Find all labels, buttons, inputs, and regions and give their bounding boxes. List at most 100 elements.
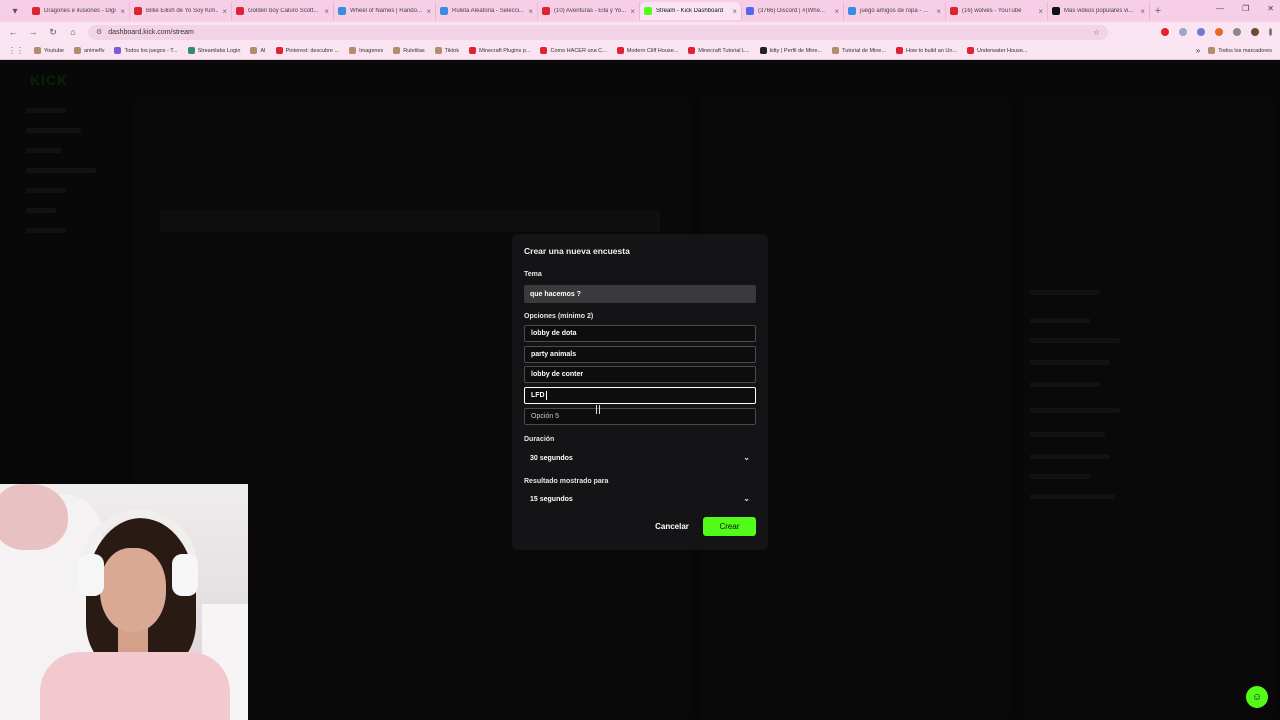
- bookmark-label: Underwater House...: [977, 47, 1028, 54]
- browser-tab[interactable]: Wheel of Names | Rando... ×: [334, 2, 436, 20]
- bookmark-item[interactable]: Modern Cliff House...: [616, 47, 679, 54]
- bookmark-favicon-icon: [688, 47, 696, 54]
- bookmark-item[interactable]: How to build an Un...: [895, 47, 957, 54]
- apps-grid-icon[interactable]: ⋮⋮: [8, 46, 24, 55]
- tab-title: Ruleta Aleatoria - Selecci...: [452, 8, 525, 14]
- bookmark-label: AI: [260, 47, 266, 54]
- browser-tab[interactable]: (16) wolves - YouTube ×: [946, 2, 1048, 20]
- menu-icon[interactable]: [1269, 28, 1272, 36]
- close-tab-icon[interactable]: ×: [1140, 7, 1145, 16]
- bookmark-item[interactable]: Tiktok: [434, 47, 459, 54]
- option-input-1[interactable]: lobby de dota: [524, 325, 756, 342]
- browser-tab[interactable]: Golden boy Caluro Scott... ×: [232, 2, 334, 20]
- close-tab-icon[interactable]: ×: [324, 7, 329, 16]
- duration-select[interactable]: 30 segundos ⌄: [524, 450, 756, 467]
- webcam-headset-ear: [78, 554, 104, 596]
- close-tab-icon[interactable]: ×: [1038, 7, 1043, 16]
- profile-avatar-icon[interactable]: [1251, 28, 1259, 36]
- option-input-5[interactable]: Opción 5: [524, 408, 756, 425]
- cancel-button[interactable]: Cancelar: [650, 517, 694, 536]
- tab-title: Billie Eilish de Yo Soy Kim...: [146, 8, 219, 14]
- bookmark-label: Streamlabs Login: [197, 47, 241, 54]
- bookmark-label: Modern Cliff House...: [626, 47, 679, 54]
- back-icon[interactable]: ←: [8, 27, 18, 37]
- bookmark-favicon-icon: [349, 47, 357, 54]
- site-info-icon[interactable]: ⚙: [96, 28, 102, 36]
- tab-favicon-icon: [1052, 7, 1060, 15]
- close-tab-icon[interactable]: ×: [936, 7, 941, 16]
- help-chat-icon[interactable]: ☺: [1246, 686, 1268, 708]
- forward-icon[interactable]: →: [28, 27, 38, 37]
- browser-tab[interactable]: (3766) Discord | #(Whe... ×: [742, 2, 844, 20]
- window-controls: — ❐ ✕: [1216, 4, 1274, 13]
- tab-title: Dragones e ilusiones - Digital...: [44, 8, 117, 14]
- opera-icon[interactable]: [1161, 28, 1169, 36]
- extension-icon[interactable]: [1215, 28, 1223, 36]
- tab-favicon-icon: [848, 7, 856, 15]
- browser-tab[interactable]: juego amigos de ropa - ... ×: [844, 2, 946, 20]
- bookmark-item[interactable]: Minecraft Tutorial L...: [688, 47, 750, 54]
- url-input[interactable]: ⚙ dashboard.kick.com/stream ☆: [88, 24, 1108, 40]
- tab-title: Mas videos populares vi...: [1064, 8, 1134, 14]
- option-input-2[interactable]: party animals: [524, 346, 756, 363]
- create-button[interactable]: Crear: [703, 517, 756, 536]
- close-tab-icon[interactable]: ×: [528, 7, 533, 16]
- bookmark-item[interactable]: Youtube: [34, 47, 64, 54]
- browser-tab[interactable]: Ruleta Aleatoria - Selecci... ×: [436, 2, 538, 20]
- bookmarks-bar: ⋮⋮ Youtube animeflv Todos los juegos - T..…: [0, 42, 1280, 60]
- new-tab-icon[interactable]: +: [1150, 5, 1166, 17]
- more-bookmarks-icon[interactable]: »: [1196, 46, 1200, 55]
- bookmark-star-icon[interactable]: ☆: [1093, 28, 1100, 37]
- reload-icon[interactable]: ↻: [48, 27, 58, 38]
- browser-tab[interactable]: Stream - Kick Dashboard ×: [640, 2, 742, 20]
- extension-icon[interactable]: [1179, 28, 1187, 36]
- tab-list: Dragones e ilusiones - Digital...×Billie…: [28, 2, 1150, 20]
- close-tab-icon[interactable]: ×: [732, 7, 737, 16]
- bookmark-item[interactable]: kitty | Perfil de Mine...: [759, 47, 823, 54]
- close-tab-icon[interactable]: ×: [222, 7, 227, 16]
- topic-input[interactable]: que hacemos ?: [524, 285, 756, 303]
- bookmark-item[interactable]: Minecraft Plugins p...: [469, 47, 530, 54]
- option-input-3[interactable]: lobby de conter: [524, 366, 756, 383]
- bookmark-item[interactable]: Underwater House...: [967, 47, 1027, 54]
- browser-tab[interactable]: Mas videos populares vi... ×: [1048, 2, 1150, 20]
- bookmark-item[interactable]: Pinterest: descubre ...: [275, 47, 340, 54]
- bookmark-item[interactable]: animeflv: [74, 47, 104, 54]
- close-tab-icon[interactable]: ×: [120, 7, 125, 16]
- home-icon[interactable]: ⌂: [68, 27, 78, 37]
- minimize-icon[interactable]: —: [1216, 4, 1224, 13]
- browser-tab[interactable]: (10) Aventuras - Ella y Yo... ×: [538, 2, 640, 20]
- option-input-4[interactable]: LFD: [524, 387, 756, 404]
- close-tab-icon[interactable]: ×: [834, 7, 839, 16]
- bookmark-item[interactable]: Streamlabs Login: [187, 47, 241, 54]
- bookmark-label: kitty | Perfil de Mine...: [769, 47, 823, 54]
- close-tab-icon[interactable]: ×: [630, 7, 635, 16]
- bookmark-item[interactable]: AI: [250, 47, 266, 54]
- tab-title: Golden boy Caluro Scott...: [248, 8, 319, 14]
- bookmark-item[interactable]: Todos los juegos - T...: [114, 47, 178, 54]
- result-duration-select[interactable]: 15 segundos ⌄: [524, 491, 756, 508]
- bookmark-label: Pinterest: descubre ...: [285, 47, 340, 54]
- tab-title: (10) Aventuras - Ella y Yo...: [554, 8, 627, 14]
- option-value: lobby de conter: [531, 371, 584, 378]
- tab-search-icon[interactable]: ▾: [8, 4, 22, 18]
- browser-tab[interactable]: Dragones e ilusiones - Digital...×: [28, 2, 130, 20]
- tab-favicon-icon: [440, 7, 448, 15]
- bookmark-item[interactable]: Imagenes: [349, 47, 383, 54]
- maximize-icon[interactable]: ❐: [1242, 4, 1249, 13]
- close-window-icon[interactable]: ✕: [1267, 4, 1274, 13]
- tab-favicon-icon: [950, 7, 958, 15]
- bookmark-item[interactable]: Tutorial de Mine...: [832, 47, 886, 54]
- extensions-icon[interactable]: [1233, 28, 1241, 36]
- all-bookmarks-folder[interactable]: Todos los marcadores: [1208, 47, 1272, 54]
- text-cursor-icon: [596, 405, 600, 414]
- extension-icon[interactable]: [1197, 28, 1205, 36]
- bookmark-label: Imagenes: [359, 47, 384, 54]
- bookmark-item[interactable]: Ruletitas: [393, 47, 425, 54]
- browser-tab[interactable]: Billie Eilish de Yo Soy Kim... ×: [130, 2, 232, 20]
- bookmark-favicon-icon: [74, 47, 81, 54]
- tab-favicon-icon: [542, 7, 550, 15]
- chevron-down-icon: ⌄: [743, 494, 750, 503]
- bookmark-item[interactable]: Como HACER una C...: [540, 47, 607, 54]
- close-tab-icon[interactable]: ×: [426, 7, 431, 16]
